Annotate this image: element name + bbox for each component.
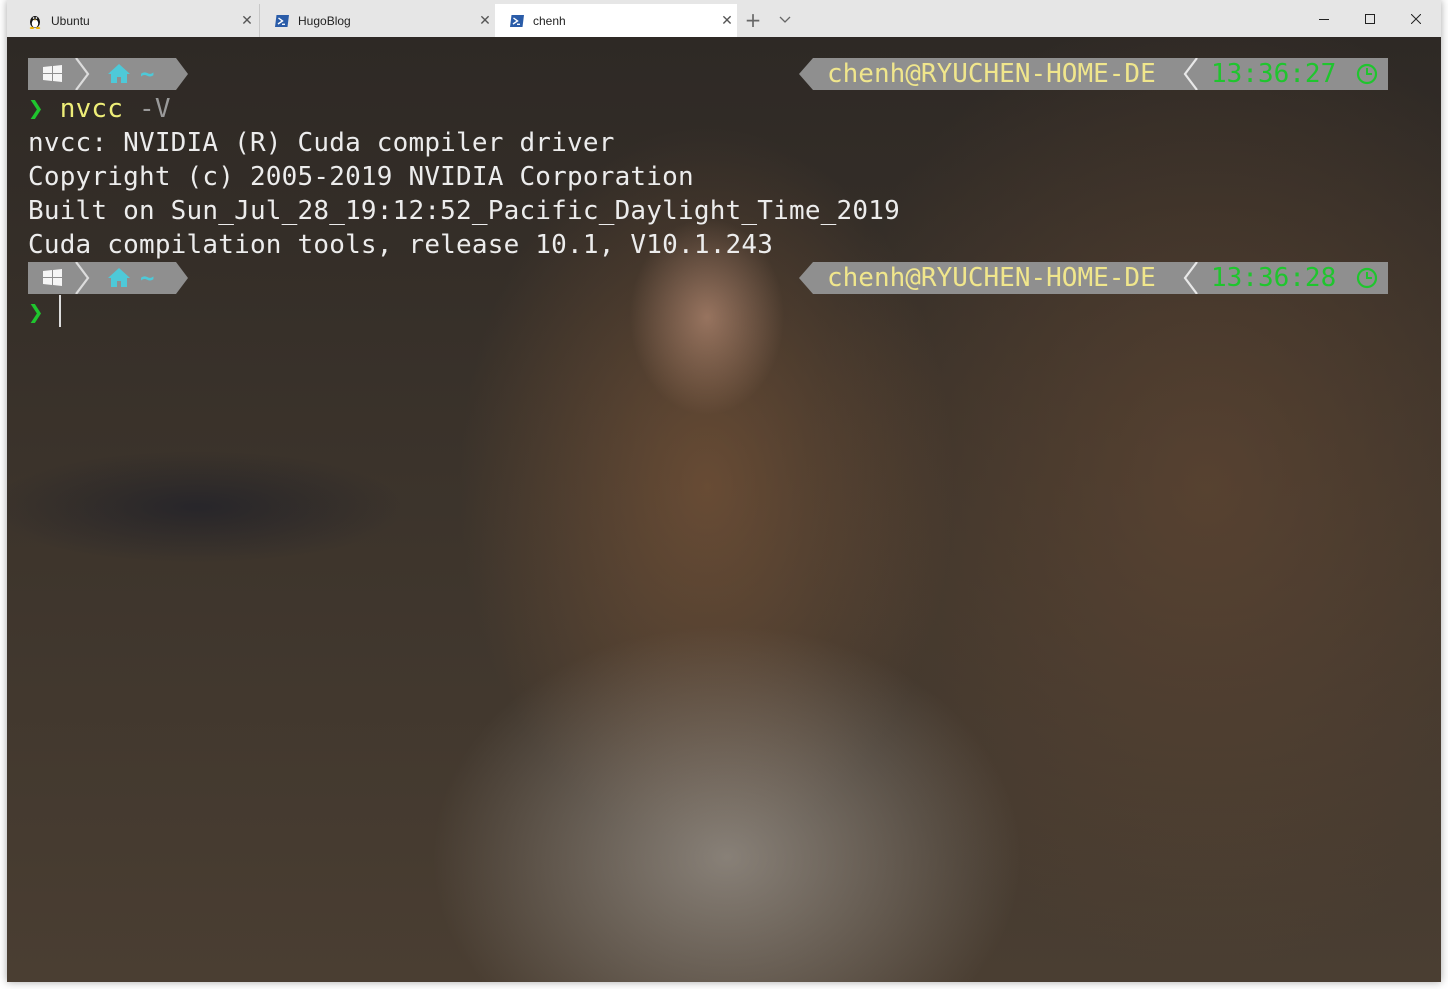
prompt-left-segments (28, 58, 188, 90)
maximize-button[interactable] (1347, 0, 1393, 37)
tab-ubuntu[interactable]: Ubuntu ✕ (13, 4, 257, 37)
tab-label: Ubuntu (51, 13, 90, 28)
chevron-down-icon[interactable] (775, 8, 795, 32)
powershell-icon (274, 13, 290, 29)
terminal-window: Ubuntu ✕ HugoBlog ✕ chenh ✕ + ~ chenh@RY… (7, 0, 1441, 982)
prompt-left-segments (28, 262, 188, 294)
tab-chenh[interactable]: chenh ✕ (495, 4, 737, 37)
terminal-pane[interactable]: ~ chenh@RYUCHEN-HOME-DE 13:36:27 ❯ nvcc … (7, 37, 1441, 982)
tab-label: HugoBlog (298, 13, 351, 28)
tab-label: chenh (533, 13, 566, 28)
prompt-directory: ~ (140, 264, 155, 292)
close-tab-icon[interactable]: ✕ (717, 12, 737, 29)
output-line: Copyright (c) 2005-2019 NVIDIA Corporati… (28, 162, 694, 192)
text-cursor (59, 295, 61, 327)
output-line: Built on Sun_Jul_28_19:12:52_Pacific_Day… (28, 196, 900, 226)
output-line: Cuda compilation tools, release 10.1, V1… (28, 230, 774, 260)
linux-penguin-icon (27, 13, 43, 29)
prompt-chevron-icon: ❯ (28, 94, 44, 124)
command-name: nvcc (59, 94, 124, 124)
powershell-icon (509, 13, 525, 29)
active-prompt-line: ❯ (28, 296, 44, 330)
background-window-bottom (0, 982, 1448, 989)
close-tab-icon[interactable]: ✕ (475, 12, 495, 29)
prompt-directory: ~ (140, 60, 155, 88)
prompt-time: 13:36:28 (1211, 263, 1337, 293)
tab-hugoblog[interactable]: HugoBlog ✕ (259, 4, 495, 37)
new-tab-button[interactable]: + (743, 8, 763, 32)
prompt-user-host: chenh@RYUCHEN-HOME-DE (827, 263, 1156, 293)
command-args: -V (123, 94, 171, 124)
close-window-button[interactable] (1393, 0, 1439, 37)
minimize-button[interactable] (1301, 0, 1347, 37)
prompt-user-host: chenh@RYUCHEN-HOME-DE (827, 59, 1156, 89)
command-line: ❯ nvcc -V (28, 92, 171, 126)
tab-bar: Ubuntu ✕ HugoBlog ✕ chenh ✕ + (7, 0, 1441, 38)
prompt-chevron-icon: ❯ (28, 298, 44, 328)
output-line: nvcc: NVIDIA (R) Cuda compiler driver (28, 128, 615, 158)
prompt-time: 13:36:27 (1211, 59, 1337, 89)
close-tab-icon[interactable]: ✕ (237, 12, 257, 29)
